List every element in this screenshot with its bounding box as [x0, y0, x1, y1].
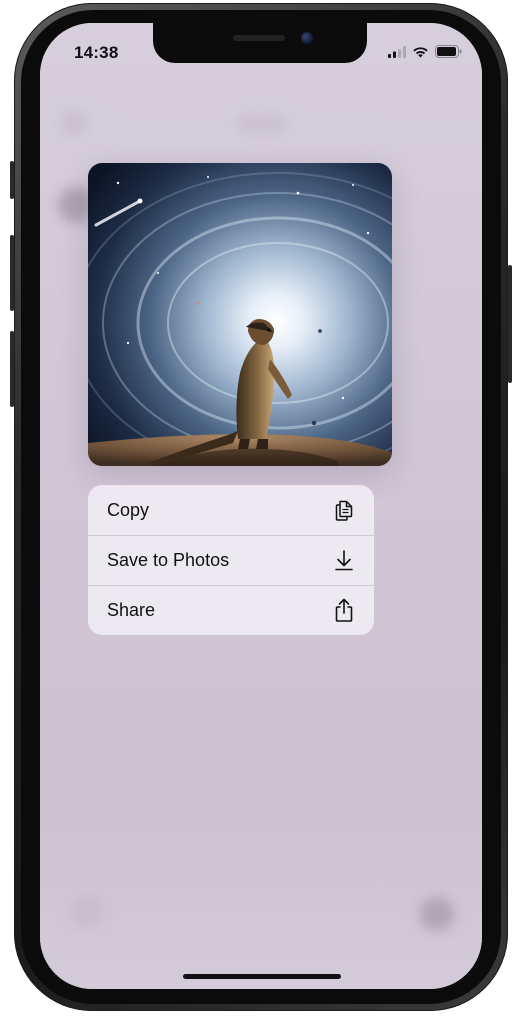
volume-up-button	[10, 235, 14, 311]
notch	[153, 23, 367, 63]
copy-icon	[332, 498, 356, 522]
battery-icon	[435, 45, 462, 63]
blurred-title	[236, 115, 288, 133]
menu-item-save-label: Save to Photos	[107, 549, 230, 570]
blurred-toolbar-right	[420, 897, 454, 931]
image-preview[interactable]	[88, 163, 392, 466]
home-indicator[interactable]	[183, 974, 341, 979]
menu-item-save-to-photos[interactable]: Save to Photos	[88, 535, 374, 585]
menu-item-share[interactable]: Share	[88, 585, 374, 635]
cellular-signal-icon	[388, 45, 406, 63]
status-icons	[388, 45, 462, 63]
status-time: 14:38	[74, 43, 119, 62]
volume-down-button	[10, 331, 14, 407]
menu-item-copy-label: Copy	[107, 499, 150, 520]
menu-item-copy[interactable]: Copy	[88, 485, 374, 535]
power-button	[508, 265, 512, 383]
speaker-grille	[233, 35, 285, 41]
menu-item-share-label: Share	[107, 599, 156, 620]
silent-switch	[10, 161, 14, 199]
meerkat-space-image	[88, 163, 392, 466]
wifi-icon	[412, 45, 429, 63]
front-camera	[301, 32, 313, 44]
download-icon	[332, 548, 356, 572]
blurred-toolbar-left	[72, 897, 102, 927]
context-menu: Copy Save to Photos Share	[88, 485, 374, 635]
screen: 14:38 Copy Save to Photos Share	[40, 23, 482, 989]
share-icon	[332, 598, 356, 622]
blurred-back-button	[60, 109, 88, 137]
